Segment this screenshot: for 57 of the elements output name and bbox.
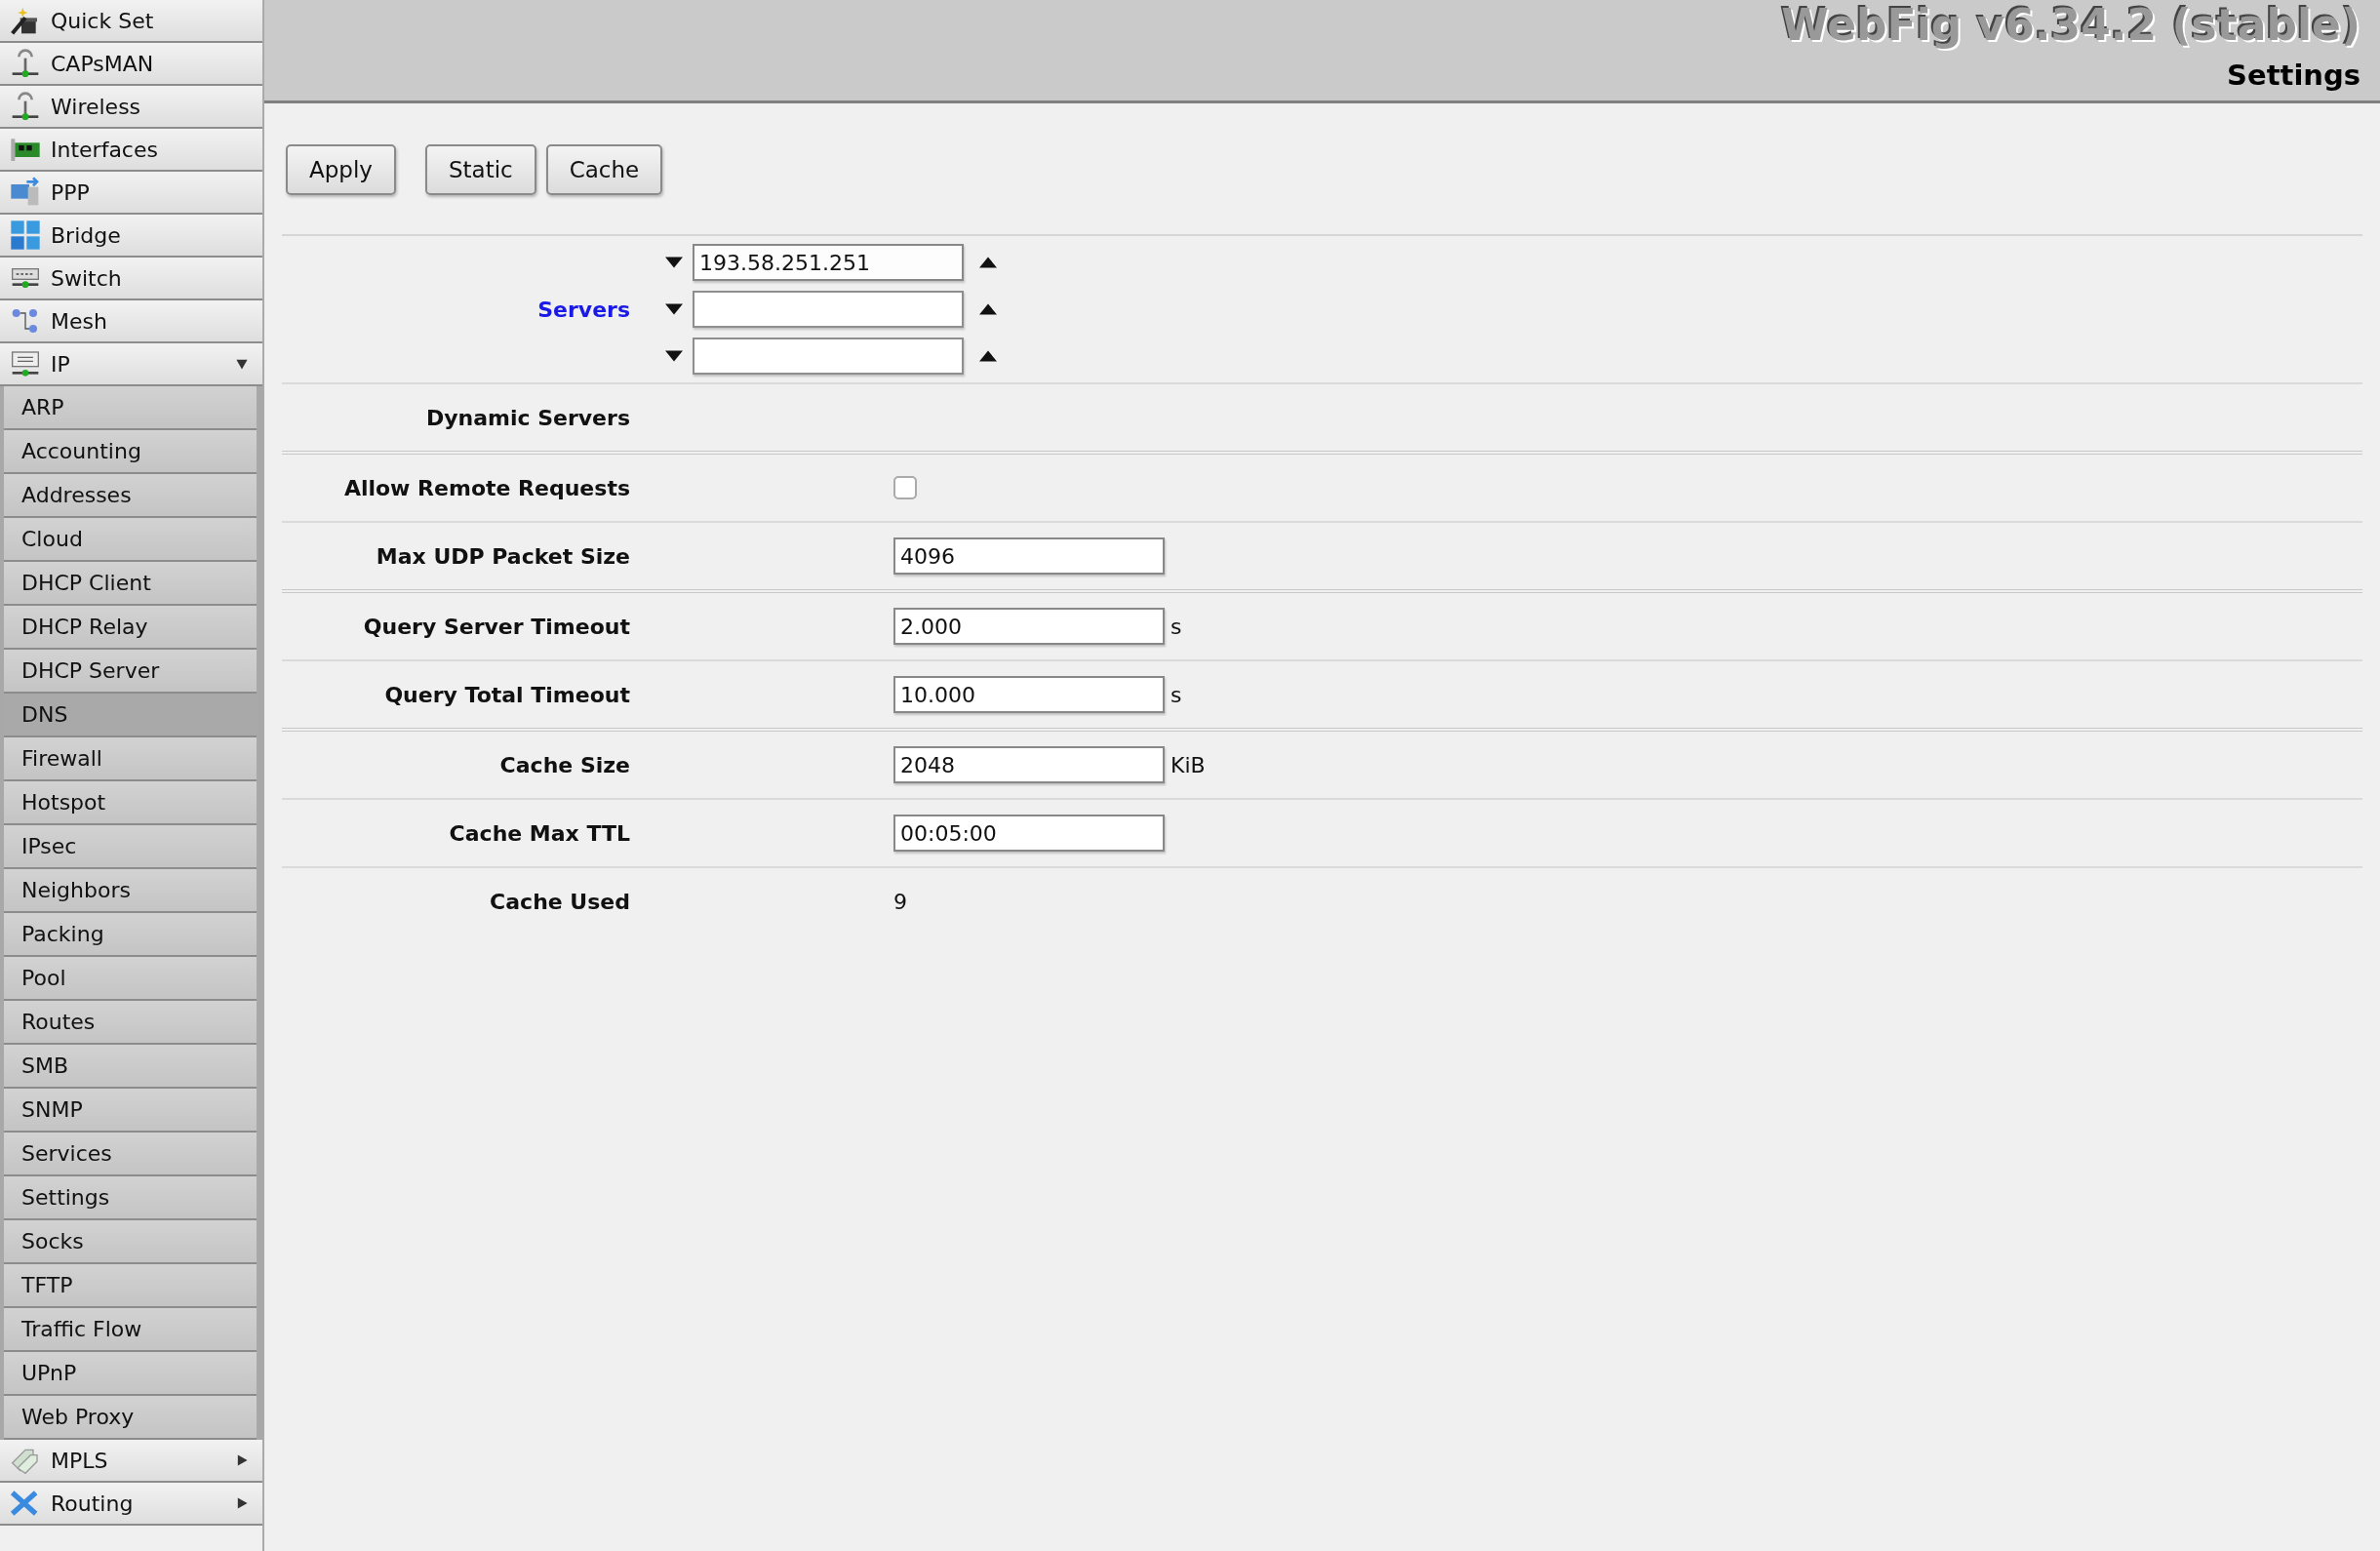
antenna-icon	[10, 48, 41, 79]
caret-icon	[235, 1496, 249, 1510]
sidebar-item[interactable]: Settings	[4, 1176, 257, 1220]
sidebar-item[interactable]: Hotspot	[4, 781, 257, 825]
sidebar-item[interactable]: Packing	[4, 913, 257, 957]
field-value: 9	[893, 889, 907, 914]
sidebar-item[interactable]: Traffic Flow	[4, 1308, 257, 1352]
field-label: Cache Size	[498, 752, 630, 777]
toolbar-button[interactable]: Static	[424, 144, 536, 195]
sidebar-item[interactable]: Accounting	[4, 430, 257, 474]
caret-icon	[235, 1453, 249, 1467]
checkbox[interactable]	[893, 476, 917, 499]
field-label: Query Server Timeout	[362, 614, 630, 639]
sidebar-item[interactable]: Neighbors	[4, 869, 257, 913]
sidebar-item[interactable]: Addresses	[4, 474, 257, 518]
field-label: Dynamic Servers	[424, 405, 630, 430]
field-label-link[interactable]: Servers	[282, 297, 630, 322]
sidebar-item[interactable]: UPnP	[4, 1352, 257, 1396]
field-label: Cache Max TTL	[448, 820, 630, 846]
input-field[interactable]: 00:05:00	[893, 815, 1165, 852]
page-title: Settings	[2227, 59, 2360, 92]
input-field[interactable]: 4096	[893, 537, 1165, 575]
sidebar-item[interactable]: DHCP Relay	[4, 606, 257, 650]
input-field[interactable]: 10.000	[893, 676, 1165, 713]
unit-label: KiB	[1170, 752, 1206, 777]
server-input-field[interactable]	[693, 291, 964, 328]
caret-icon	[235, 357, 249, 371]
sidebar-item[interactable]: Services	[4, 1133, 257, 1176]
field-label: Cache Used	[489, 889, 630, 914]
sidebar-item[interactable]: ARP	[4, 386, 257, 430]
input-field[interactable]: 2.000	[893, 608, 1165, 645]
sidebar-item[interactable]: Socks	[4, 1220, 257, 1264]
unit-label: s	[1170, 682, 1182, 707]
toolbar-button[interactable]: Cache	[545, 144, 663, 195]
sidebar-item[interactable]: Pool	[4, 957, 257, 1001]
server-input-field[interactable]	[693, 338, 964, 375]
antenna-icon	[10, 91, 41, 122]
app-title: WebFig v6.34.2 (stable)	[1781, 0, 2360, 51]
input-field[interactable]: 2048	[893, 746, 1165, 783]
sidebar-item[interactable]: TFTP	[4, 1264, 257, 1308]
field-label: Max UDP Packet Size	[375, 543, 630, 569]
server-input-field[interactable]: 193.58.251.251	[693, 244, 964, 281]
field-label: Allow Remote Requests	[342, 475, 630, 500]
sidebar-item[interactable]: SMB	[4, 1045, 257, 1089]
sidebar-item[interactable]: DHCP Client	[4, 562, 257, 606]
sidebar-item[interactable]: Cloud	[4, 518, 257, 562]
field-label: Query Total Timeout	[383, 682, 630, 707]
ip-icon	[10, 348, 41, 379]
sidebar-item[interactable]: SNMP	[4, 1089, 257, 1133]
sidebar-item[interactable]: DHCP Server	[4, 650, 257, 694]
sidebar-item[interactable]: IPsec	[4, 825, 257, 869]
toolbar-button[interactable]: Apply	[286, 144, 396, 195]
sidebar-item[interactable]: Web Proxy	[4, 1396, 257, 1440]
sidebar-item[interactable]: Firewall	[4, 737, 257, 781]
sidebar-item[interactable]: DNS	[4, 694, 257, 737]
sidebar-item[interactable]: Routes	[4, 1001, 257, 1045]
unit-label: s	[1170, 614, 1182, 639]
